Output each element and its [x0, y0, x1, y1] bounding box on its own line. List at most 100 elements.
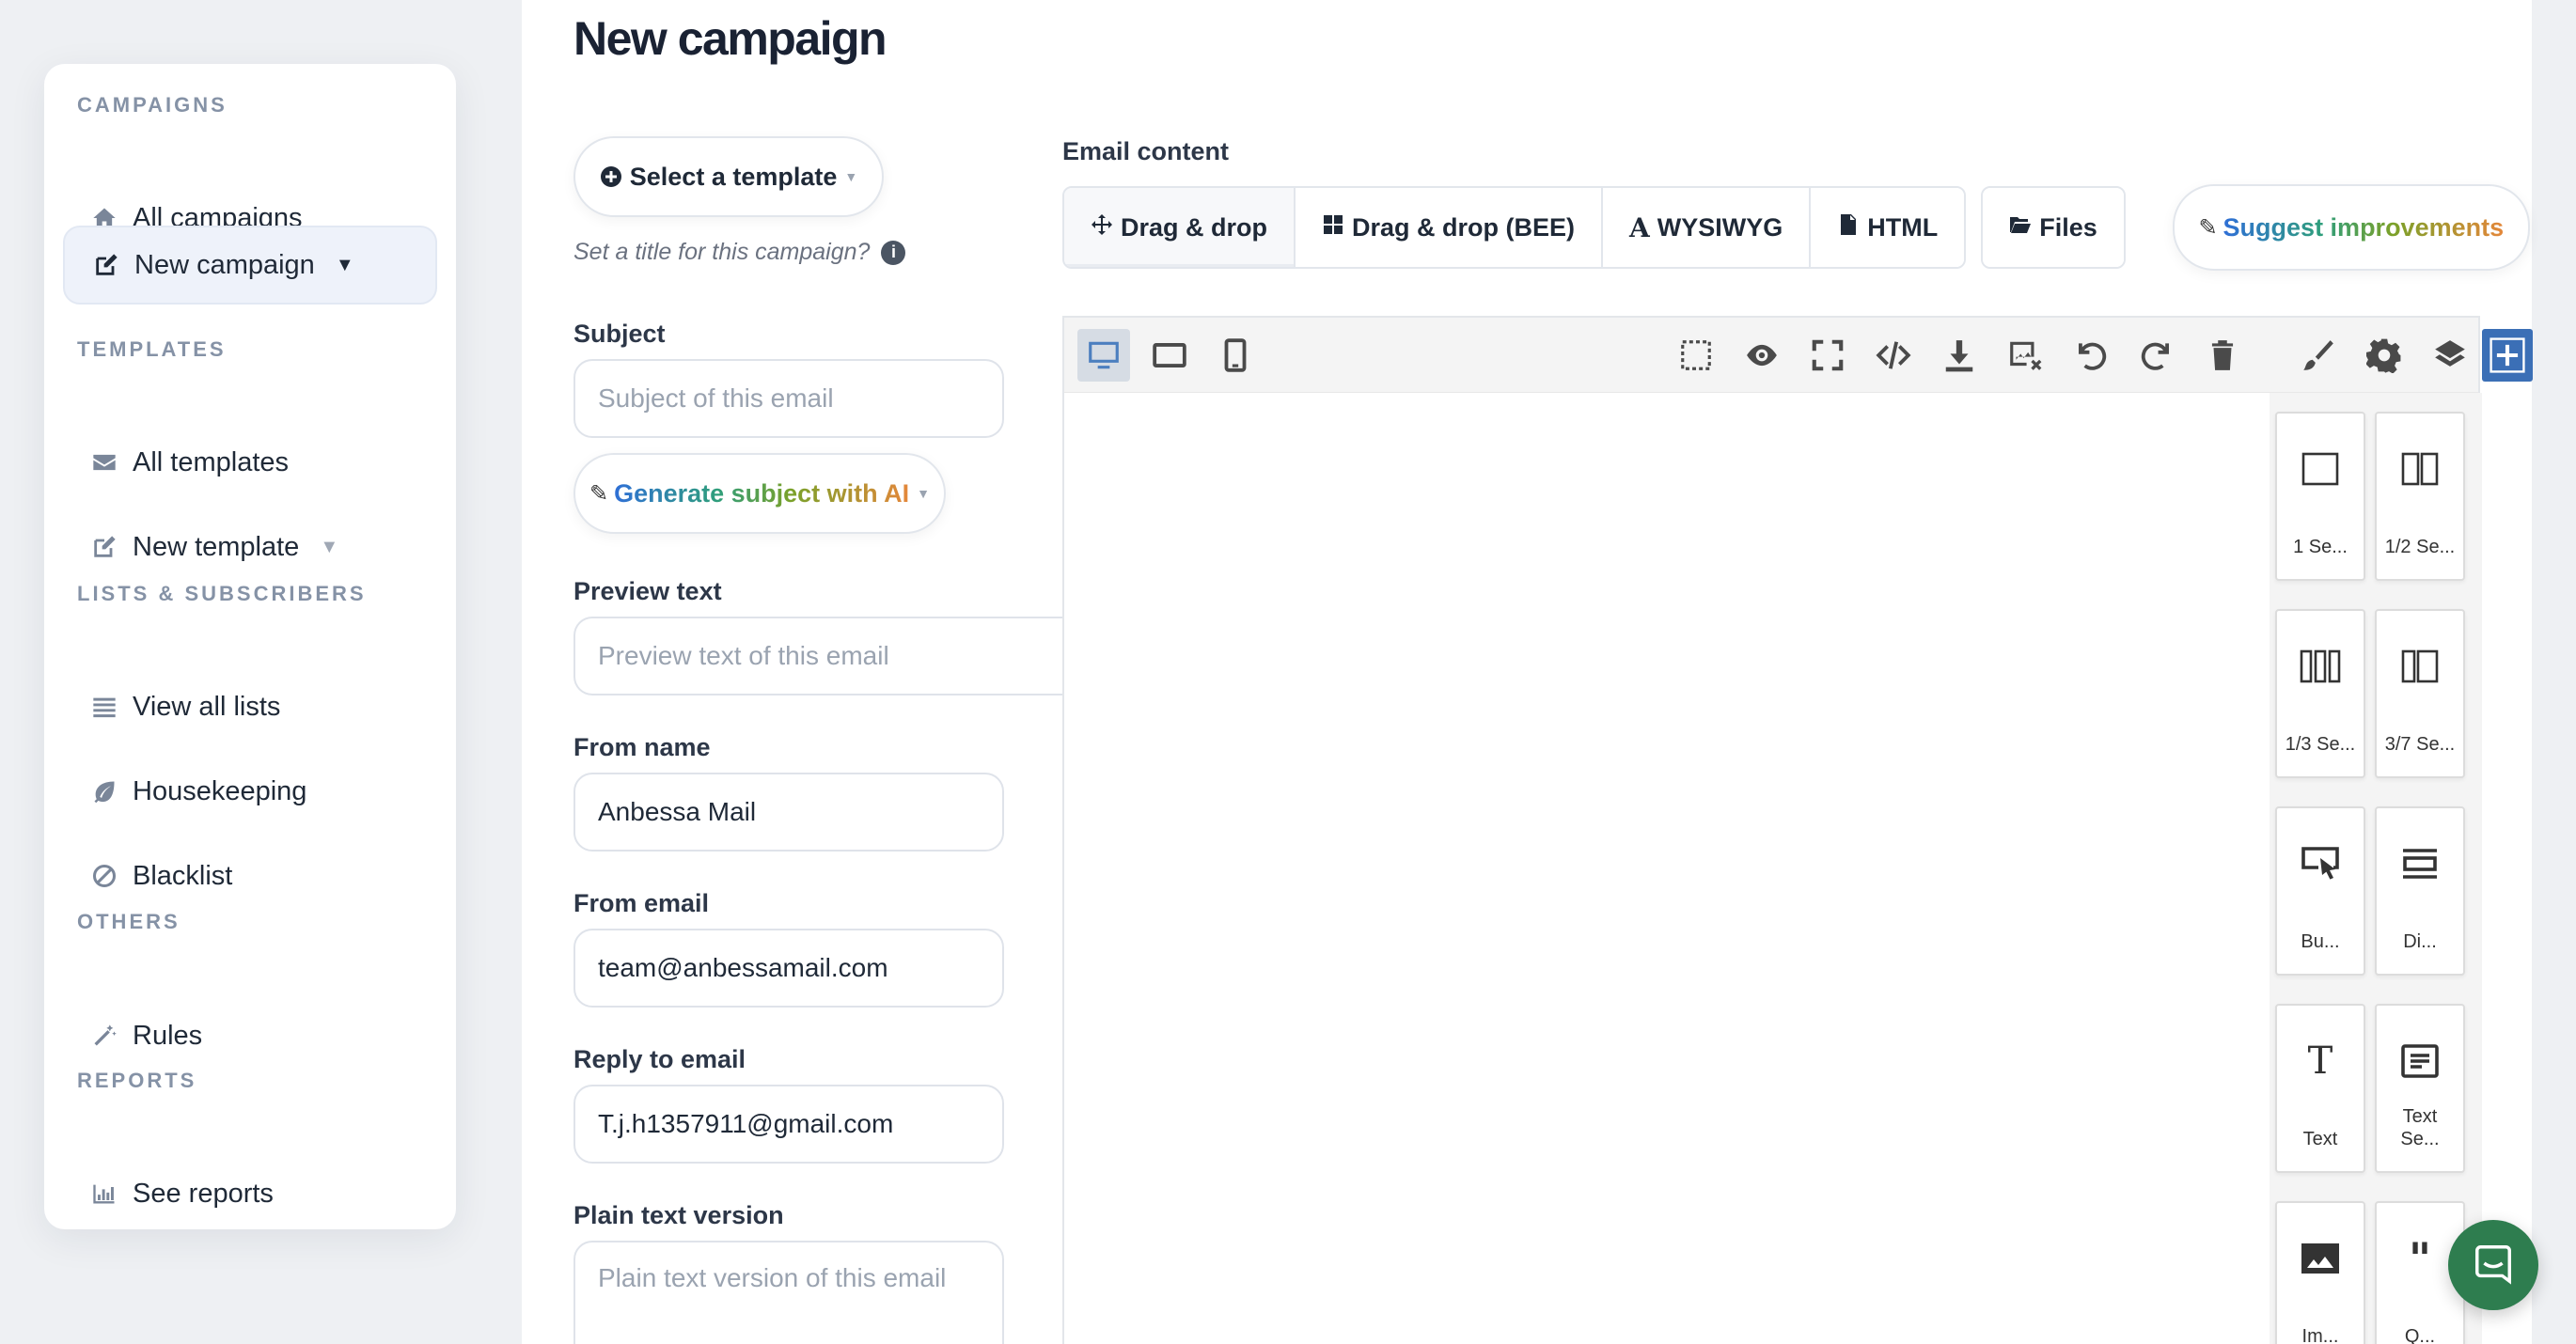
chevron-down-icon: ▼	[844, 169, 858, 184]
from-email-input[interactable]	[573, 929, 1004, 1008]
reply-to-input[interactable]	[573, 1085, 1004, 1164]
divider-icon	[2396, 840, 2443, 887]
redo-icon[interactable]	[2130, 329, 2183, 382]
block-text[interactable]: T Text	[2275, 1004, 2365, 1173]
mobile-view-icon[interactable]	[1209, 329, 1262, 382]
wand-icon: ✎	[589, 480, 609, 507]
select-outline-icon[interactable]	[1670, 329, 1722, 382]
sidebar: CAMPAIGNS All campaigns New campaign ▼ T…	[44, 64, 456, 1229]
chevron-down-icon: ▼	[917, 486, 931, 501]
code-icon[interactable]	[1867, 329, 1920, 382]
block-label: 3/7 Se...	[2384, 734, 2456, 755]
chat-support-button[interactable]	[2448, 1220, 2538, 1310]
title-hint[interactable]: Set a title for this campaign? i	[573, 239, 906, 266]
page-title: New campaign	[573, 12, 887, 65]
block-label: 1 Se...	[2293, 537, 2348, 557]
sidebar-item-label: New template	[133, 531, 300, 562]
block-half-section[interactable]: 1/2 Se...	[2375, 412, 2465, 581]
edit-icon	[91, 534, 133, 560]
info-icon: i	[881, 240, 906, 265]
sidebar-item-new-campaign[interactable]: New campaign ▼	[63, 226, 437, 305]
from-name-input[interactable]	[573, 773, 1004, 852]
subject-label: Subject	[573, 320, 666, 348]
tab-drag-drop[interactable]: Drag & drop	[1064, 188, 1296, 267]
tab-label: HTML	[1867, 212, 1939, 242]
image-icon	[2297, 1235, 2344, 1282]
sidebar-item-view-all-lists[interactable]: View all lists	[63, 667, 437, 746]
sidebar-item-label: New campaign	[134, 249, 315, 280]
select-template-label: Select a template	[629, 162, 838, 191]
brush-icon[interactable]	[2292, 329, 2345, 382]
block-text-section[interactable]: Text Se...	[2375, 1004, 2465, 1173]
settings-gear-icon[interactable]	[2358, 329, 2411, 382]
remove-image-icon[interactable]	[1999, 329, 2051, 382]
suggest-improvements-button[interactable]: ✎ Suggest improvements	[2172, 184, 2530, 271]
plain-text-label: Plain text version	[573, 1201, 784, 1229]
trash-icon[interactable]	[2196, 329, 2249, 382]
sidebar-item-label: View all lists	[133, 691, 281, 722]
block-one-section[interactable]: 1 Se...	[2275, 412, 2365, 581]
grid-icon	[1322, 213, 1344, 242]
preview-text-input[interactable]	[573, 617, 1070, 695]
layers-icon[interactable]	[2424, 329, 2476, 382]
block-label: 1/3 Se...	[2285, 734, 2356, 755]
one-section-icon	[2297, 445, 2344, 492]
sidebar-item-all-templates[interactable]: All templates	[63, 423, 437, 502]
leaf-icon	[91, 778, 133, 805]
plain-text-input[interactable]	[573, 1241, 1004, 1344]
edit-icon	[93, 252, 134, 278]
tab-drag-drop-bee[interactable]: Drag & drop (BEE)	[1296, 188, 1604, 267]
bar-chart-icon	[91, 1180, 133, 1207]
block-image[interactable]: Im...	[2275, 1201, 2365, 1344]
quote-icon: "	[2409, 1233, 2431, 1284]
title-hint-text: Set a title for this campaign?	[573, 239, 871, 265]
section-reports: REPORTS	[77, 1069, 197, 1092]
section-others: OTHERS	[77, 910, 181, 933]
block-label: Text Se...	[2400, 1106, 2440, 1149]
text-icon: T	[2307, 1039, 2333, 1083]
email-editor[interactable]: 1 Se... 1/2 Se... 1/3 Se... 3/7 Se... Bu…	[1062, 316, 2533, 1344]
sidebar-item-label: Blacklist	[133, 860, 233, 891]
sidebar-item-label: See reports	[133, 1178, 274, 1209]
three-seven-section-icon	[2396, 643, 2443, 690]
sidebar-item-label: Rules	[133, 1020, 203, 1051]
add-block-icon[interactable]	[2482, 329, 2533, 382]
tab-html[interactable]: HTML	[1811, 188, 1965, 267]
list-icon	[91, 694, 133, 720]
fullscreen-icon[interactable]	[1801, 329, 1854, 382]
block-label: Im...	[2301, 1326, 2339, 1344]
desktop-view-icon[interactable]	[1077, 329, 1130, 382]
preview-eye-icon[interactable]	[1736, 329, 1788, 382]
email-content-label: Email content	[1062, 137, 1230, 165]
block-three-seven-section[interactable]: 3/7 Se...	[2375, 609, 2465, 778]
files-label: Files	[2039, 212, 2097, 242]
editor-mode-tabgroup: Drag & drop Drag & drop (BEE) A WYSIWYG …	[1062, 186, 1967, 269]
wand-icon: ✎	[2198, 214, 2218, 241]
envelope-icon	[91, 449, 133, 476]
files-button[interactable]: Files	[1983, 188, 2124, 267]
block-divider[interactable]: Di...	[2375, 806, 2465, 976]
tab-wysiwyg[interactable]: A WYSIWYG	[1603, 188, 1812, 267]
select-template-button[interactable]: Select a template ▼	[573, 136, 884, 217]
file-icon	[1837, 213, 1860, 242]
files-tabgroup: Files	[1981, 186, 2126, 269]
move-icon	[1091, 213, 1113, 242]
sidebar-item-see-reports[interactable]: See reports	[63, 1154, 437, 1233]
download-icon[interactable]	[1933, 329, 1986, 382]
block-third-section[interactable]: 1/3 Se...	[2275, 609, 2365, 778]
tab-label: WYSIWYG	[1657, 212, 1783, 242]
undo-icon[interactable]	[2065, 329, 2117, 382]
font-icon: A	[1629, 211, 1650, 243]
chevron-down-icon[interactable]: ▼	[320, 537, 338, 558]
subject-input[interactable]	[573, 359, 1004, 438]
three-section-icon	[2297, 643, 2344, 690]
editor-toolbar	[1064, 318, 2533, 393]
reply-to-label: Reply to email	[573, 1045, 746, 1073]
sidebar-item-label: Housekeeping	[133, 775, 307, 806]
sidebar-item-housekeeping[interactable]: Housekeeping	[63, 752, 437, 831]
generate-subject-ai-button[interactable]: ✎ Generate subject with AI ▼	[573, 453, 946, 534]
two-section-icon	[2396, 445, 2443, 492]
tablet-view-icon[interactable]	[1143, 329, 1196, 382]
chevron-down-icon[interactable]: ▼	[336, 255, 354, 276]
block-button[interactable]: Bu...	[2275, 806, 2365, 976]
